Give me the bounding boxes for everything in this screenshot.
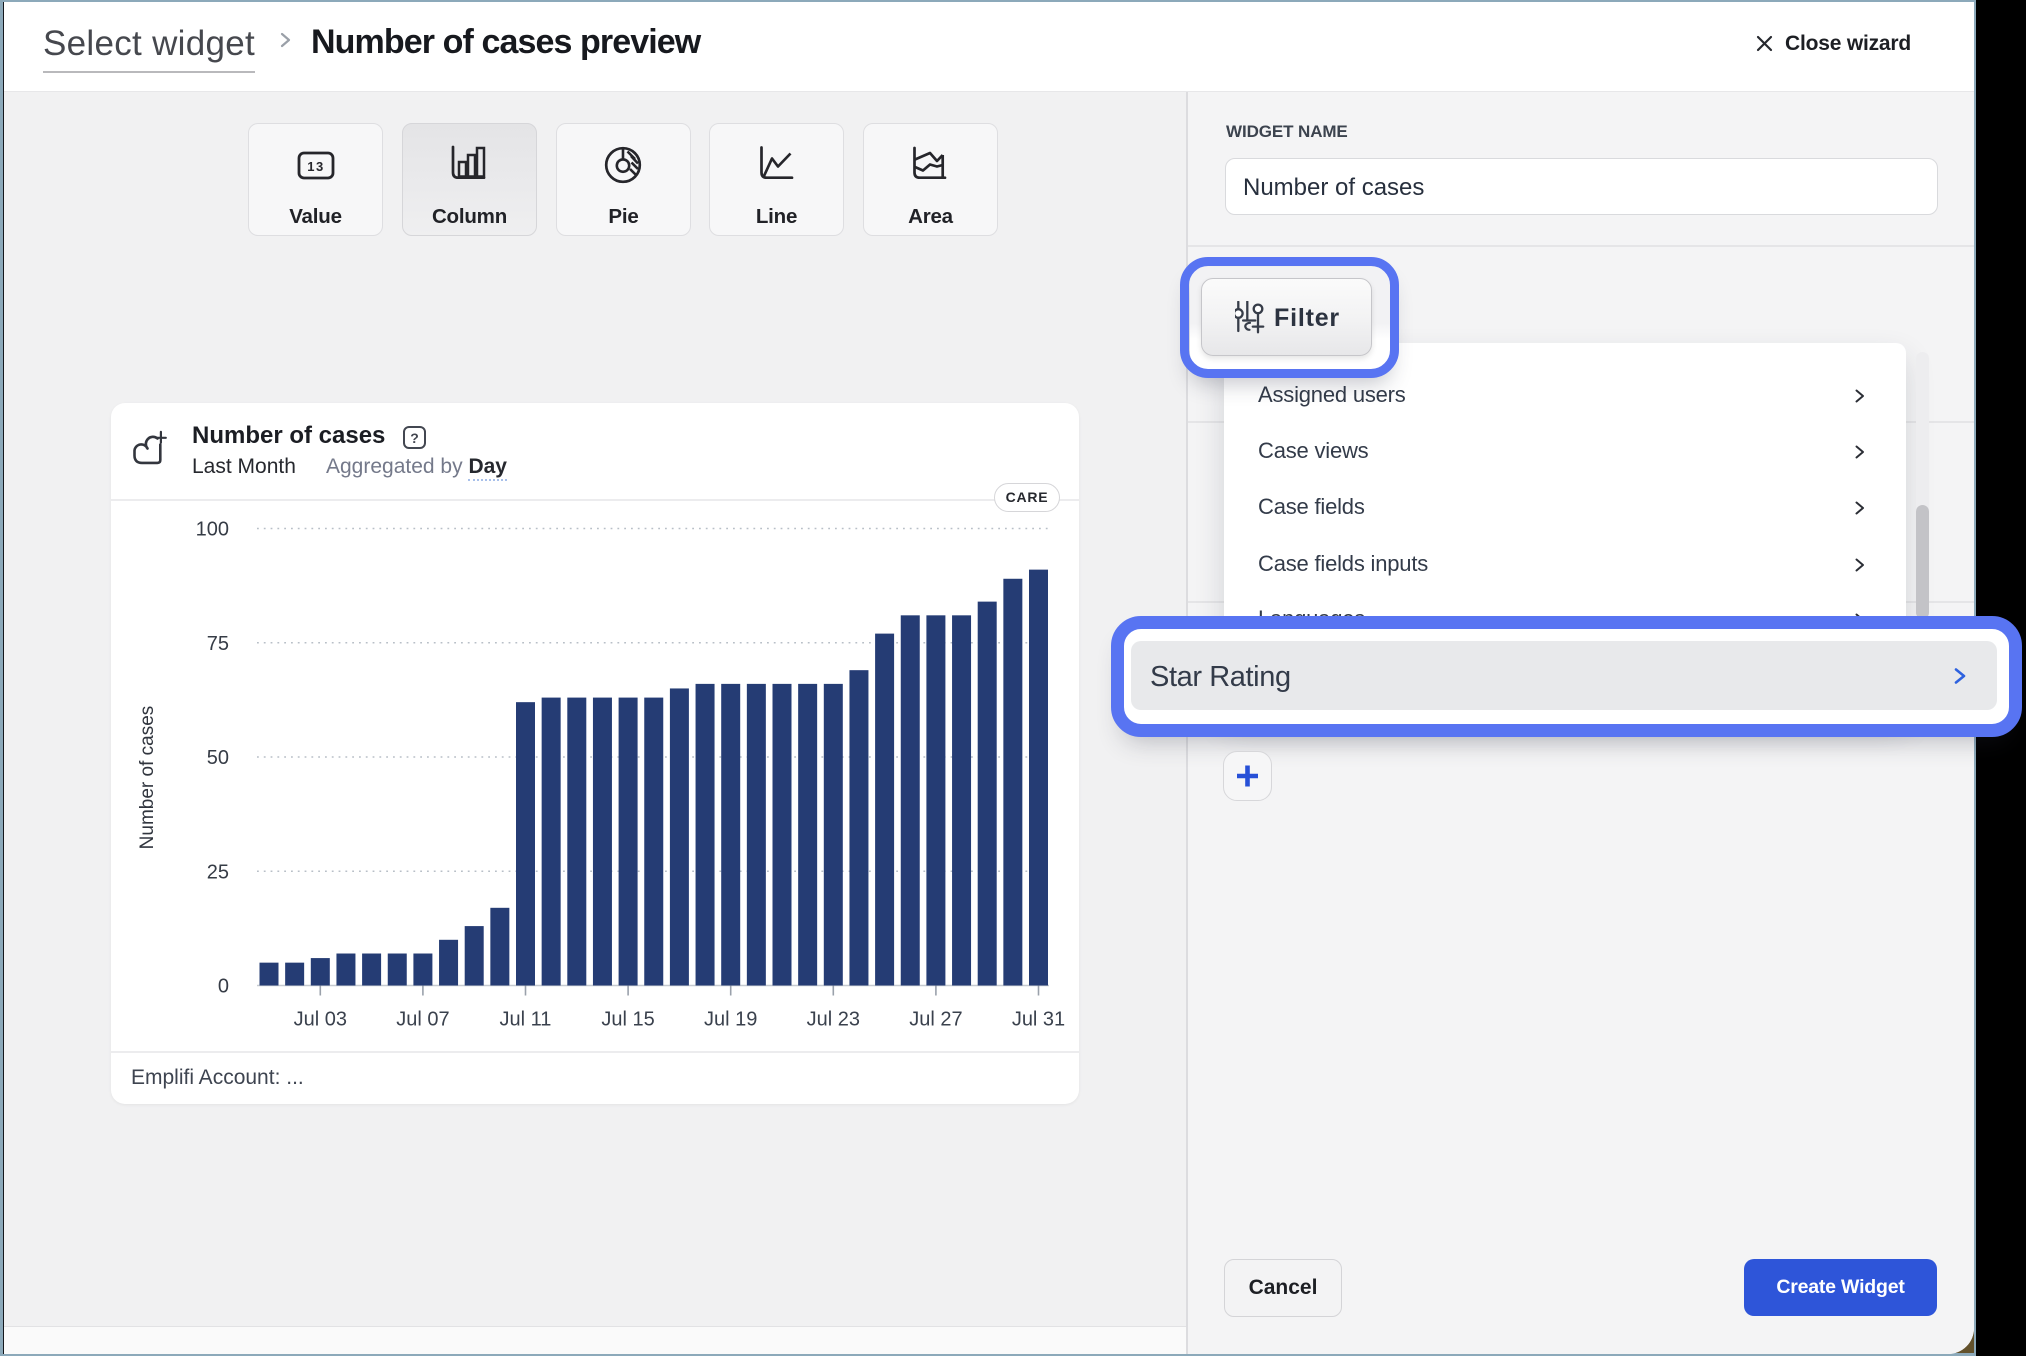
svg-text:Jul 19: Jul 19	[704, 1009, 757, 1031]
svg-text:Jul 23: Jul 23	[807, 1009, 860, 1031]
svg-text:50: 50	[207, 747, 229, 769]
svg-text:75: 75	[207, 633, 229, 655]
svg-text:Jul 11: Jul 11	[500, 1009, 552, 1031]
svg-text:Jul 15: Jul 15	[601, 1009, 654, 1031]
svg-text:100: 100	[196, 519, 229, 541]
svg-text:13: 13	[307, 159, 324, 174]
svg-text:Number of cases: Number of cases	[137, 706, 158, 850]
svg-text:Jul 31: Jul 31	[1012, 1009, 1065, 1031]
svg-text:Jul 03: Jul 03	[294, 1009, 347, 1031]
svg-text:Jul 27: Jul 27	[909, 1009, 962, 1031]
svg-text:Jul 07: Jul 07	[396, 1009, 449, 1031]
svg-text:0: 0	[218, 976, 229, 998]
svg-text:25: 25	[207, 861, 229, 883]
